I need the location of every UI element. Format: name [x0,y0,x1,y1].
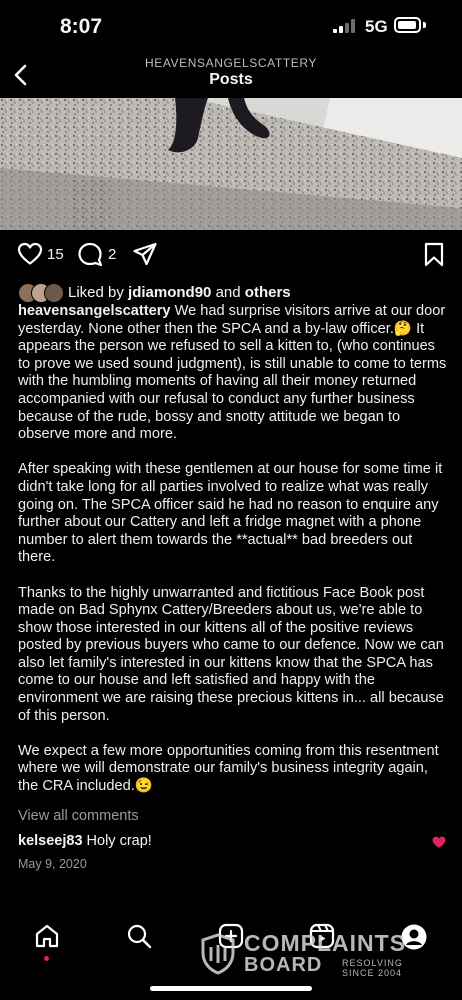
comment-text: Holy crap! [82,833,152,849]
liked-by-text: Liked by jdiamond90 and others [68,284,291,301]
post-caption: heavensangelscattery We had surprise vis… [18,303,448,796]
battery-icon [394,17,421,33]
caption-paragraph: We expect a few more opportunities comin… [18,742,439,795]
likes-count: 15 [47,246,64,263]
post-photo [0,98,462,230]
heart-icon[interactable] [17,242,43,266]
home-active-dot [44,956,49,961]
home-indicator[interactable] [150,986,312,991]
header-account-name: HEAVENSANGELSCATTERY [144,56,318,70]
header: HEAVENSANGELSCATTERY Posts [0,56,462,98]
caption-paragraph: After speaking with these gentlemen at o… [18,461,443,566]
caption-text: We had surprise visitors arrive at our d… [18,303,447,443]
share-icon[interactable] [132,242,158,266]
liked-by-prefix: Liked by [68,284,129,301]
status-bar: 8:07 5G [0,0,462,56]
post-image[interactable] [0,98,462,230]
battery-tip [423,22,426,28]
liker-avatars [18,283,68,303]
page-title: Posts [209,71,253,88]
comment-user[interactable]: kelseej83 [18,833,83,849]
watermark-line2: BOARD [244,954,323,976]
signal-icon [333,19,355,33]
search-icon[interactable] [126,923,152,949]
status-time: 8:07 [60,15,103,38]
post-date: May 9, 2020 [18,857,87,871]
watermark-line3a: RESOLVING [342,958,403,968]
shield-icon [201,933,235,975]
avatar [44,283,64,303]
comment-heart-icon[interactable] [432,836,446,849]
watermark-line3: RESOLVING SINCE 2004 [342,958,403,978]
watermark-line3b: SINCE 2004 [342,968,403,978]
watermark-line1: COMPLAINTS [244,930,407,956]
network-label: 5G [365,17,388,36]
watermark: COMPLAINTS BOARD RESOLVING SINCE 2004 [200,928,415,980]
comment: kelseej83 Holy crap! [18,833,152,849]
view-all-comments-link[interactable]: View all comments [18,808,139,824]
caption-paragraph: Thanks to the highly unwarranted and fic… [18,584,444,724]
caption-paragraph: heavensangelscattery We had surprise vis… [18,303,448,444]
caption-author[interactable]: heavensangelscattery [18,303,171,319]
post-actions: 15 2 [0,236,462,276]
home-icon[interactable] [34,923,60,949]
comment-icon[interactable] [77,242,103,266]
liked-by-and: and [211,284,245,301]
bookmark-icon[interactable] [423,242,445,267]
comments-count: 2 [108,246,117,263]
liked-by-user[interactable]: jdiamond90 [128,284,211,301]
liked-by-others[interactable]: others [245,284,291,301]
